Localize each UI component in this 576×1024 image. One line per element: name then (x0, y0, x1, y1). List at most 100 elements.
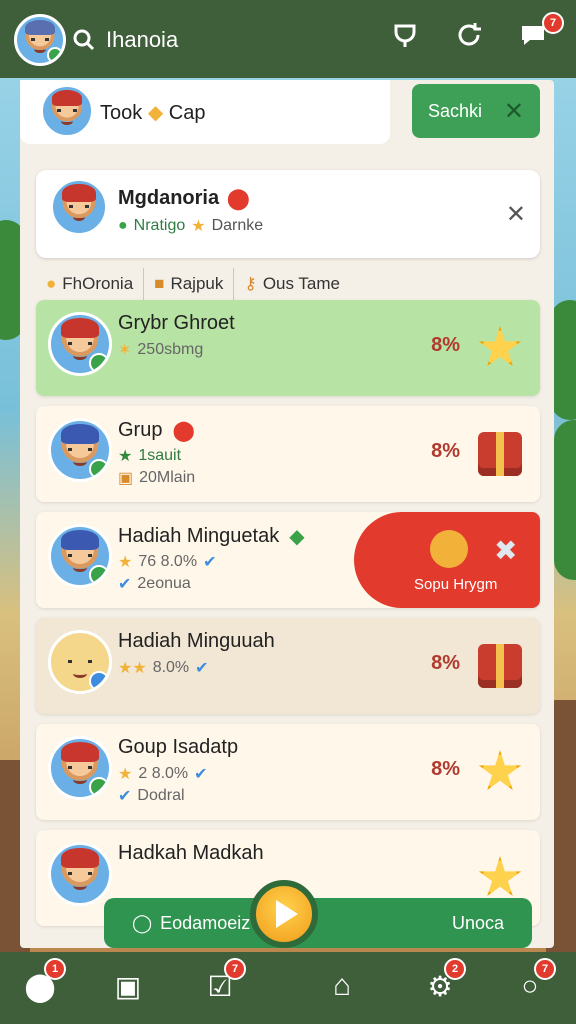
list-item-sub2: ✔ Dodral (118, 787, 185, 805)
chest-icon (478, 644, 522, 688)
swipe-action-button[interactable]: ✖ Sopu Hrygm (354, 512, 540, 608)
list-item-title: Goup Isadatp (118, 736, 239, 758)
list-item-percent: 8% (431, 758, 460, 780)
play-icon (276, 900, 298, 928)
check-icon: ✔ (118, 576, 132, 593)
main-panel: Took ◆ Cap Sachki ✕ Mgdanoria ⬤ ● Nratig… (20, 80, 554, 948)
tools-icon: ✖ (494, 535, 518, 566)
nav-item-home[interactable]: ⌂ (322, 966, 362, 1006)
nav-item-chat[interactable]: ○ 7 (510, 958, 556, 1006)
star-icon (478, 326, 522, 367)
check-icon: ✔ (195, 660, 209, 677)
list-avatar (48, 630, 112, 694)
list-item-sub: ★★ 8.0% ✔ (118, 659, 209, 677)
search-action-label: Sachki (428, 100, 483, 121)
check-icon: ✔ (194, 766, 208, 783)
gem-icon: ◆ (289, 526, 305, 548)
trophy-icon (390, 20, 420, 50)
notification-badge: 7 (542, 12, 564, 34)
coin-icon (430, 530, 468, 568)
nav-item-tasks[interactable]: ☑ 7 (200, 958, 246, 1006)
list-item-title: Grybr Ghroet (118, 312, 235, 334)
header-user-card[interactable]: Took ◆ Cap (20, 80, 390, 144)
reward-list: Grybr Ghroet ✶ 250sbmg 8% Grup ⬤ ★ 1saui… (36, 300, 540, 936)
search-label: Ihanoia (106, 27, 179, 52)
list-avatar (48, 524, 112, 588)
profile-subline: ● Nratigo ★ Darnke (118, 217, 264, 235)
list-item-sub2: ▣ 20Mlain (118, 469, 196, 487)
list-item[interactable]: Hadiah Minguuah ★★ 8.0% ✔ 8% (36, 618, 540, 714)
box-icon: ▣ (118, 470, 134, 487)
nav-item-profile[interactable]: ▣ (108, 966, 148, 1006)
list-item[interactable]: Hadiah Minguetak ◆ ★ 76 8.0% ✔ ✔ 2eonua … (36, 512, 540, 608)
list-item-title: Grup ⬤ (118, 419, 195, 442)
notification-badge: 7 (534, 958, 556, 980)
star-icon (478, 856, 522, 897)
play-button[interactable] (250, 880, 318, 948)
header-avatar (40, 84, 94, 138)
notifications-button[interactable]: 7 (518, 12, 564, 60)
bottom-nav: ⬤ 1 ▣ ☑ 7 ⌂ ⚙ 2 ○ 7 (0, 952, 576, 1024)
star-icon: ★ (118, 554, 133, 571)
list-avatar (48, 842, 112, 906)
filter-item-2[interactable]: ■ Rajpuk (144, 268, 233, 300)
list-avatar (48, 312, 112, 376)
profile-avatar (50, 178, 108, 236)
list-item[interactable]: Grup ⬤ ★ 1sauit ▣ 20Mlain 8% (36, 406, 540, 502)
notification-badge: 7 (224, 958, 246, 980)
close-icon[interactable]: ✕ (504, 97, 524, 126)
user-avatar[interactable] (14, 14, 66, 66)
top-bar: Ihanoia 7 (0, 0, 576, 78)
profile-name: Mgdanoria ⬤ (118, 187, 250, 210)
chest-icon (478, 432, 522, 476)
home-icon: ⌂ (332, 969, 352, 1002)
refresh-icon (454, 20, 484, 50)
nav-item-cookie[interactable]: ⬤ 1 (20, 958, 66, 1006)
check-icon: ✔ (118, 788, 132, 805)
leaf-icon: ● (118, 217, 128, 234)
refresh-button[interactable] (454, 20, 494, 60)
close-icon[interactable]: ✕ (506, 200, 526, 229)
coin-icon: ◆ (147, 102, 164, 124)
notification-badge: 1 (44, 958, 66, 980)
star-icon: ★★ (118, 660, 147, 677)
list-item-percent: 8% (431, 652, 460, 674)
list-item-percent: 8% (431, 334, 460, 356)
action-bar[interactable]: ◯ Eodamoeiz Unoca (104, 898, 532, 948)
action-bar-right: Unoca (451, 912, 504, 933)
star-icon (478, 750, 522, 791)
list-item-title: Hadiah Minguetak ◆ (118, 525, 305, 548)
check-icon: ✔ (203, 554, 217, 571)
key-icon: ⚷ (244, 274, 257, 293)
list-item-sub: ★ 1sauit (118, 447, 182, 465)
notification-badge: 2 (444, 958, 466, 980)
header-user-label: Took ◆ Cap (100, 102, 206, 124)
star-icon: ★ (191, 218, 206, 235)
list-item-sub: ★ 76 8.0% ✔ (118, 553, 217, 571)
search-action-button[interactable]: Sachki ✕ (412, 84, 540, 138)
palm-tree (554, 420, 576, 580)
filter-row: ● FhOronia ■ Rajpuk ⚷ Ous Tame (36, 266, 540, 302)
radio-icon: ◯ (132, 912, 153, 933)
coin-icon: ● (46, 274, 57, 293)
profile-card[interactable]: Mgdanoria ⬤ ● Nratigo ★ Darnke ✕ (36, 170, 540, 258)
list-item-title: Hadkah Madkah (118, 842, 264, 864)
filter-item-1[interactable]: ● FhOronia (36, 268, 143, 300)
list-avatar (48, 418, 112, 482)
action-bar-left: ◯ Eodamoeiz (132, 912, 251, 933)
search-icon (72, 28, 96, 52)
filter-item-3[interactable]: ⚷ Ous Tame (234, 268, 350, 300)
list-item-sub: ★ 2 8.0% ✔ (118, 765, 208, 783)
swipe-action-label: Sopu Hrygm (414, 576, 498, 593)
nav-item-team[interactable]: ⚙ 2 (420, 958, 466, 1006)
list-item-sub2: ✔ 2eonua (118, 575, 191, 593)
list-item[interactable]: Goup Isadatp ★ 2 8.0% ✔ ✔ Dodral 8% (36, 724, 540, 820)
list-item-title: Hadiah Minguuah (118, 630, 275, 652)
sun-icon: ✶ (118, 342, 132, 359)
trophy-button[interactable] (390, 20, 430, 60)
search-field[interactable]: Ihanoia (72, 18, 312, 62)
list-avatar (48, 736, 112, 800)
list-item[interactable]: Grybr Ghroet ✶ 250sbmg 8% (36, 300, 540, 396)
list-item-sub: ✶ 250sbmg (118, 341, 204, 359)
fire-icon: ⬤ (172, 420, 195, 442)
